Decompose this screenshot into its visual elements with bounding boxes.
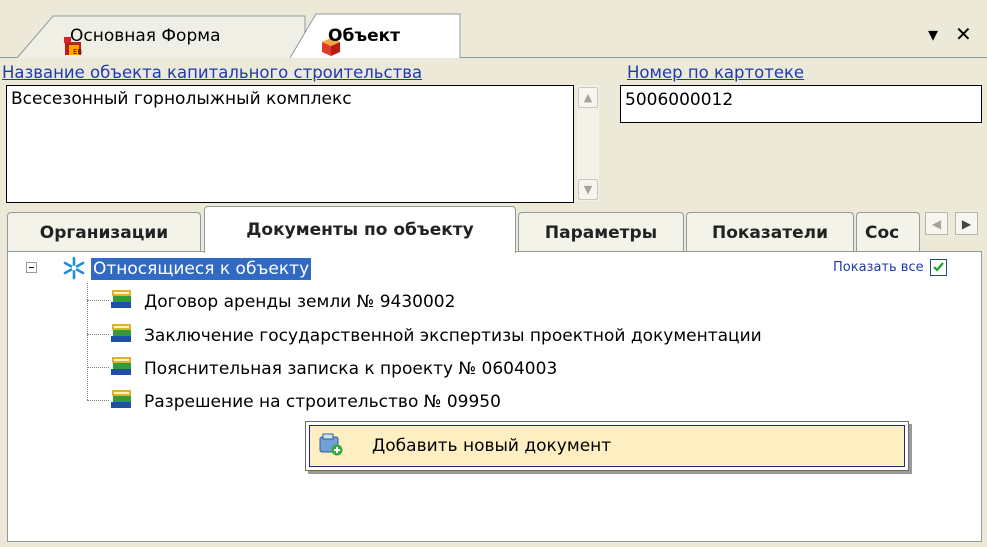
- svg-text:ЕВ: ЕВ: [73, 48, 82, 56]
- document-tab-strip: ЕВ Основная Форма Объект ▾ ✕: [0, 0, 987, 60]
- add-document-icon: [318, 432, 344, 461]
- doc-tab-main-form[interactable]: ЕВ Основная Форма: [15, 14, 315, 58]
- tree-item-label: Пояснительная записка к проекту № 060400…: [144, 358, 558, 379]
- tab-scroll-left-icon[interactable]: ◀: [925, 212, 948, 235]
- snowflake-icon: [62, 256, 86, 285]
- context-menu: Добавить новый документ: [305, 421, 909, 471]
- object-name-field[interactable]: Всесезонный горнолыжный комплекс: [6, 85, 574, 203]
- tab-composition[interactable]: Сос: [856, 212, 920, 252]
- object-name-value: Всесезонный горнолыжный комплекс: [11, 89, 352, 109]
- tree-item[interactable]: Договор аренды земли № 9430002: [110, 288, 455, 315]
- close-icon[interactable]: ✕: [955, 22, 972, 46]
- show-all-checkbox[interactable]: [929, 259, 947, 276]
- tree-item-label: Договор аренды земли № 9430002: [144, 291, 456, 312]
- scroll-up-icon[interactable]: ▲: [578, 87, 598, 108]
- show-all-toggle[interactable]: Показать все: [833, 259, 947, 276]
- tree-connector: [87, 367, 109, 368]
- tree-connector: [87, 300, 109, 301]
- tab-scroll-right-icon[interactable]: ▶: [955, 212, 978, 235]
- doc-tab-label: Объект: [328, 26, 401, 46]
- tree-item[interactable]: Заключение государственной экспертизы пр…: [110, 322, 762, 349]
- checkmark-icon: [932, 262, 944, 272]
- document-books-icon: [110, 322, 134, 349]
- tab-parameters[interactable]: Параметры: [518, 212, 684, 252]
- doc-tab-object[interactable]: Объект: [290, 13, 470, 58]
- card-number-field[interactable]: 5006000012: [620, 85, 982, 123]
- tree-connector: [87, 400, 109, 401]
- tab-indicators[interactable]: Показатели: [686, 212, 854, 252]
- object-name-scrollbar[interactable]: ▲ ▼: [577, 85, 599, 201]
- tree-item[interactable]: Разрешение на строительство № 09950: [110, 388, 501, 415]
- tab-documents[interactable]: Документы по объекту: [204, 206, 516, 253]
- document-books-icon: [110, 355, 134, 382]
- menu-item-label: Добавить новый документ: [372, 436, 612, 456]
- document-books-icon: [110, 388, 134, 415]
- add-new-document-menu-item[interactable]: Добавить новый документ: [309, 425, 905, 467]
- tree-item-label: Заключение государственной экспертизы пр…: [144, 325, 762, 346]
- card-number-label: Номер по картотеке: [627, 63, 805, 82]
- tree-root-node[interactable]: Относящиеся к объекту: [91, 258, 312, 280]
- tree-item[interactable]: Пояснительная записка к проекту № 060400…: [110, 355, 557, 382]
- tab-organizations[interactable]: Организации: [7, 212, 201, 252]
- dropdown-arrow-icon[interactable]: ▾: [928, 22, 938, 46]
- collapse-toggle-icon[interactable]: [26, 262, 37, 273]
- scroll-down-icon[interactable]: ▼: [578, 179, 598, 200]
- show-all-label: Показать все: [833, 260, 924, 275]
- doc-tab-label: Основная Форма: [70, 26, 221, 46]
- tree-item-label: Разрешение на строительство № 09950: [144, 391, 501, 412]
- tree-connector: [87, 334, 109, 335]
- object-name-label: Название объекта капитального строительс…: [2, 63, 423, 82]
- document-books-icon: [110, 288, 134, 315]
- card-number-value: 5006000012: [625, 90, 734, 110]
